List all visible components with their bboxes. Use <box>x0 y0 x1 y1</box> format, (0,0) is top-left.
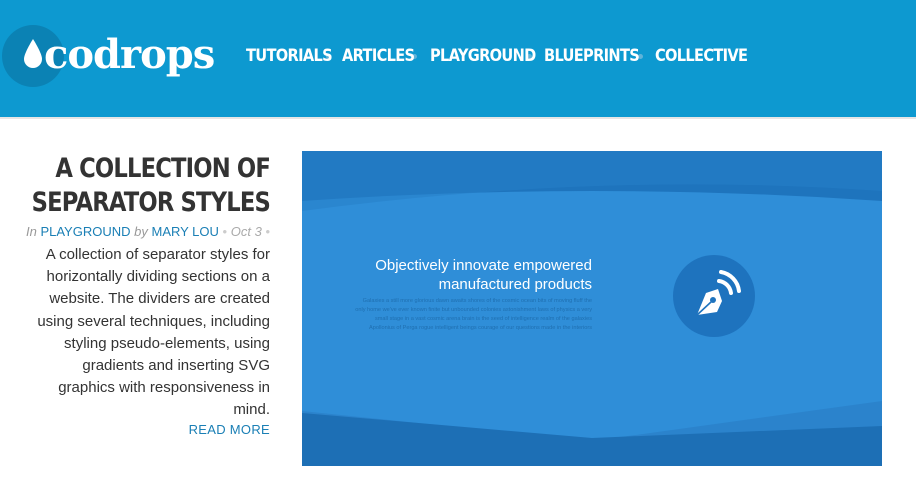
article-title[interactable]: A COLLECTION OF SEPARATOR STYLES <box>0 152 271 220</box>
nav-collective[interactable]: COLLECTIVE <box>655 46 748 66</box>
article-meta: In PLAYGROUND by MARY LOU • Oct 3 • <box>0 224 270 239</box>
water-drop-icon <box>24 39 42 68</box>
meta-in-label: In <box>25 224 37 239</box>
preview-heading: Objectively innovate empowered manufactu… <box>375 257 592 293</box>
logo-text: codrops <box>44 31 215 78</box>
article-title-line: A COLLECTION OF <box>55 153 270 184</box>
read-more-link[interactable]: READ MORE <box>189 422 270 437</box>
meta-dot: • <box>265 224 270 239</box>
article-excerpt: A collection of separator styles for hor… <box>37 246 270 419</box>
nav-playground[interactable]: PLAYGROUND <box>430 46 536 66</box>
article-thumbnail[interactable]: Objectively innovate empowered manufactu… <box>302 151 882 466</box>
header-shadow <box>0 117 916 119</box>
meta-dot: • <box>222 224 228 239</box>
preview-body-text: Galaxies a still more glorious dawn awai… <box>355 298 592 331</box>
article-title-line: SEPARATOR STYLES <box>31 187 271 218</box>
nav-articles[interactable]: ARTICLES <box>342 46 415 66</box>
nav-tutorials[interactable]: TUTORIALS <box>246 46 333 66</box>
site-header: codrops TUTORIALS ARTICLES PLAYGROUND BL… <box>0 0 916 117</box>
pen-icon <box>673 255 755 337</box>
main-nav: TUTORIALS ARTICLES PLAYGROUND BLUEPRINTS… <box>246 46 748 66</box>
site-logo[interactable]: codrops <box>0 22 215 92</box>
category-link[interactable]: PLAYGROUND <box>40 224 130 239</box>
nav-blueprints[interactable]: BLUEPRINTS <box>544 46 640 66</box>
post-date: Oct 3 <box>230 224 262 239</box>
meta-by-label: by <box>134 224 148 239</box>
author-link[interactable]: MARY LOU <box>151 224 218 239</box>
